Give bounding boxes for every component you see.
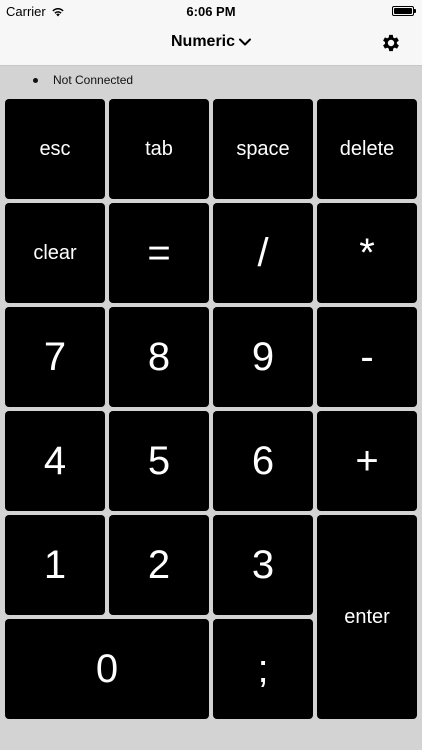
connection-status-bar: Not Connected bbox=[0, 66, 422, 94]
seven-key[interactable]: 7 bbox=[5, 307, 105, 407]
battery-tip bbox=[414, 9, 416, 13]
five-key[interactable]: 5 bbox=[109, 411, 209, 511]
tab-key[interactable]: tab bbox=[109, 99, 209, 199]
esc-key[interactable]: esc bbox=[5, 99, 105, 199]
battery-fill bbox=[394, 8, 412, 14]
status-bar: Carrier 6:06 PM bbox=[0, 0, 422, 22]
gear-icon[interactable] bbox=[380, 32, 402, 54]
delete-key[interactable]: delete bbox=[317, 99, 417, 199]
slash-key[interactable]: / bbox=[213, 203, 313, 303]
keypad: esc tab space delete clear = / * 7 8 9 -… bbox=[0, 94, 422, 750]
nine-key[interactable]: 9 bbox=[213, 307, 313, 407]
battery-icon bbox=[392, 6, 416, 16]
status-time: 6:06 PM bbox=[186, 4, 236, 19]
six-key[interactable]: 6 bbox=[213, 411, 313, 511]
connection-indicator-dot bbox=[33, 78, 38, 83]
zero-key[interactable]: 0 bbox=[5, 619, 209, 719]
three-key[interactable]: 3 bbox=[213, 515, 313, 615]
two-key[interactable]: 2 bbox=[109, 515, 209, 615]
chevron-down-icon bbox=[239, 38, 252, 46]
connection-status-label: Not Connected bbox=[53, 73, 134, 87]
minus-key[interactable]: - bbox=[317, 307, 417, 407]
space-key[interactable]: space bbox=[213, 99, 313, 199]
layout-selector[interactable]: Numeric bbox=[0, 33, 422, 51]
layout-title: Numeric bbox=[170, 33, 236, 50]
equals-key[interactable]: = bbox=[109, 203, 209, 303]
four-key[interactable]: 4 bbox=[5, 411, 105, 511]
semicolon-key[interactable]: ; bbox=[213, 619, 313, 719]
one-key[interactable]: 1 bbox=[5, 515, 105, 615]
clear-key[interactable]: clear bbox=[5, 203, 105, 303]
enter-key[interactable]: enter bbox=[317, 515, 417, 719]
eight-key[interactable]: 8 bbox=[109, 307, 209, 407]
asterisk-key[interactable]: * bbox=[317, 203, 417, 303]
plus-key[interactable]: + bbox=[317, 411, 417, 511]
nav-bar: Numeric bbox=[0, 22, 422, 66]
